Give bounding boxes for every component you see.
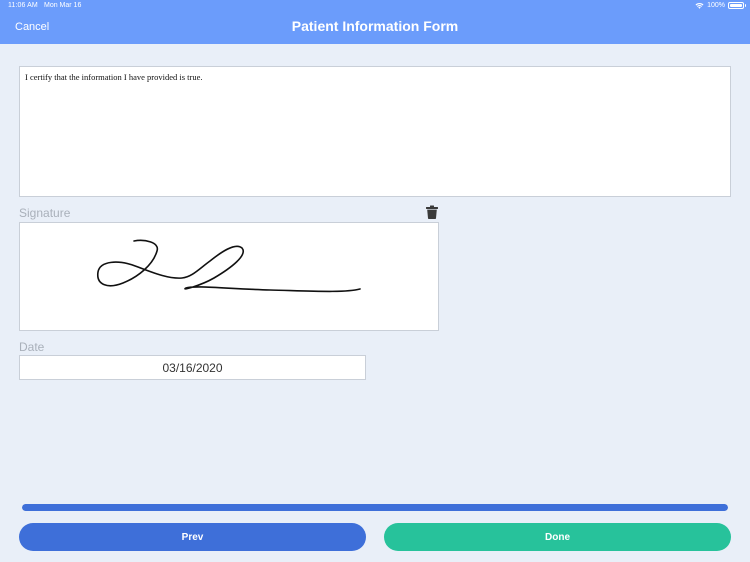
signature-label: Signature (19, 206, 71, 220)
navigation-header: 11:06 AM Mon Mar 16 100% Cancel Patient … (0, 0, 750, 44)
page-title: Patient Information Form (291, 18, 459, 34)
status-date: Mon Mar 16 (44, 2, 82, 9)
prev-button[interactable]: Prev (19, 523, 366, 551)
certification-text-area[interactable]: I certify that the information I have pr… (19, 66, 731, 197)
signature-pad[interactable] (19, 222, 439, 331)
wifi-icon (695, 3, 704, 9)
signature-drawing (97, 239, 361, 293)
progress-fill (22, 504, 728, 511)
done-button[interactable]: Done (384, 523, 731, 551)
battery-percent: 100% (707, 2, 725, 9)
status-indicators: 100% (695, 2, 746, 9)
trash-icon[interactable] (425, 205, 439, 219)
battery-icon (728, 2, 746, 9)
progress-bar (22, 504, 728, 511)
date-field[interactable] (19, 355, 366, 380)
status-time: 11:06 AM (8, 2, 38, 9)
certification-text: I certify that the information I have pr… (25, 72, 203, 82)
date-label: Date (19, 340, 45, 354)
